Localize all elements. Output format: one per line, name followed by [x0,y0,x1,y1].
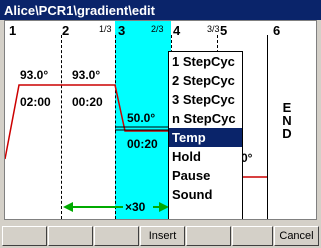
step-1-time[interactable]: 02:00 [20,95,51,109]
step-type-context-menu: 1 StepCyc 2 StepCyc 3 StepCyc n StepCyc … [168,51,243,219]
step-2-time[interactable]: 00:20 [72,95,103,109]
window-title: Alice\PCR1\gradient\edit [0,0,321,20]
toolbar-button-1[interactable] [2,226,47,246]
menu-item-1-stepcyc[interactable]: 1 StepCyc [169,52,242,71]
menu-item-2-stepcyc[interactable]: 2 StepCyc [169,71,242,90]
button-bar: Insert Cancel [0,226,321,248]
toolbar-button-2[interactable] [48,226,93,246]
cancel-button[interactable]: Cancel [274,226,319,246]
toolbar-button-3[interactable] [94,226,139,246]
step-1-temperature[interactable]: 93.0° [20,68,48,82]
loop-count-label[interactable]: ×30 [125,200,145,214]
menu-item-pause[interactable]: Pause [169,166,242,185]
step-3-time[interactable]: 00:20 [127,137,158,151]
insert-button[interactable]: Insert [140,226,185,246]
menu-item-3-stepcyc[interactable]: 3 StepCyc [169,90,242,109]
protocol-editor[interactable]: 1 2 1/3 3 2/3 4 3/3 5 6 93.0° 93.0° 02:0… [4,20,317,220]
temperature-profile [5,84,267,214]
menu-item-hold[interactable]: Hold [169,147,242,166]
toolbar-button-5[interactable] [186,226,231,246]
menu-item-sound[interactable]: Sound [169,185,242,204]
end-label: E N D [282,100,292,141]
step-2-temperature[interactable]: 93.0° [72,68,100,82]
toolbar-button-6[interactable] [232,226,273,246]
step-3-temperature[interactable]: 50.0° [127,111,155,125]
menu-item-n-stepcyc[interactable]: n StepCyc [169,109,242,128]
menu-item-temp[interactable]: Temp [169,128,242,147]
